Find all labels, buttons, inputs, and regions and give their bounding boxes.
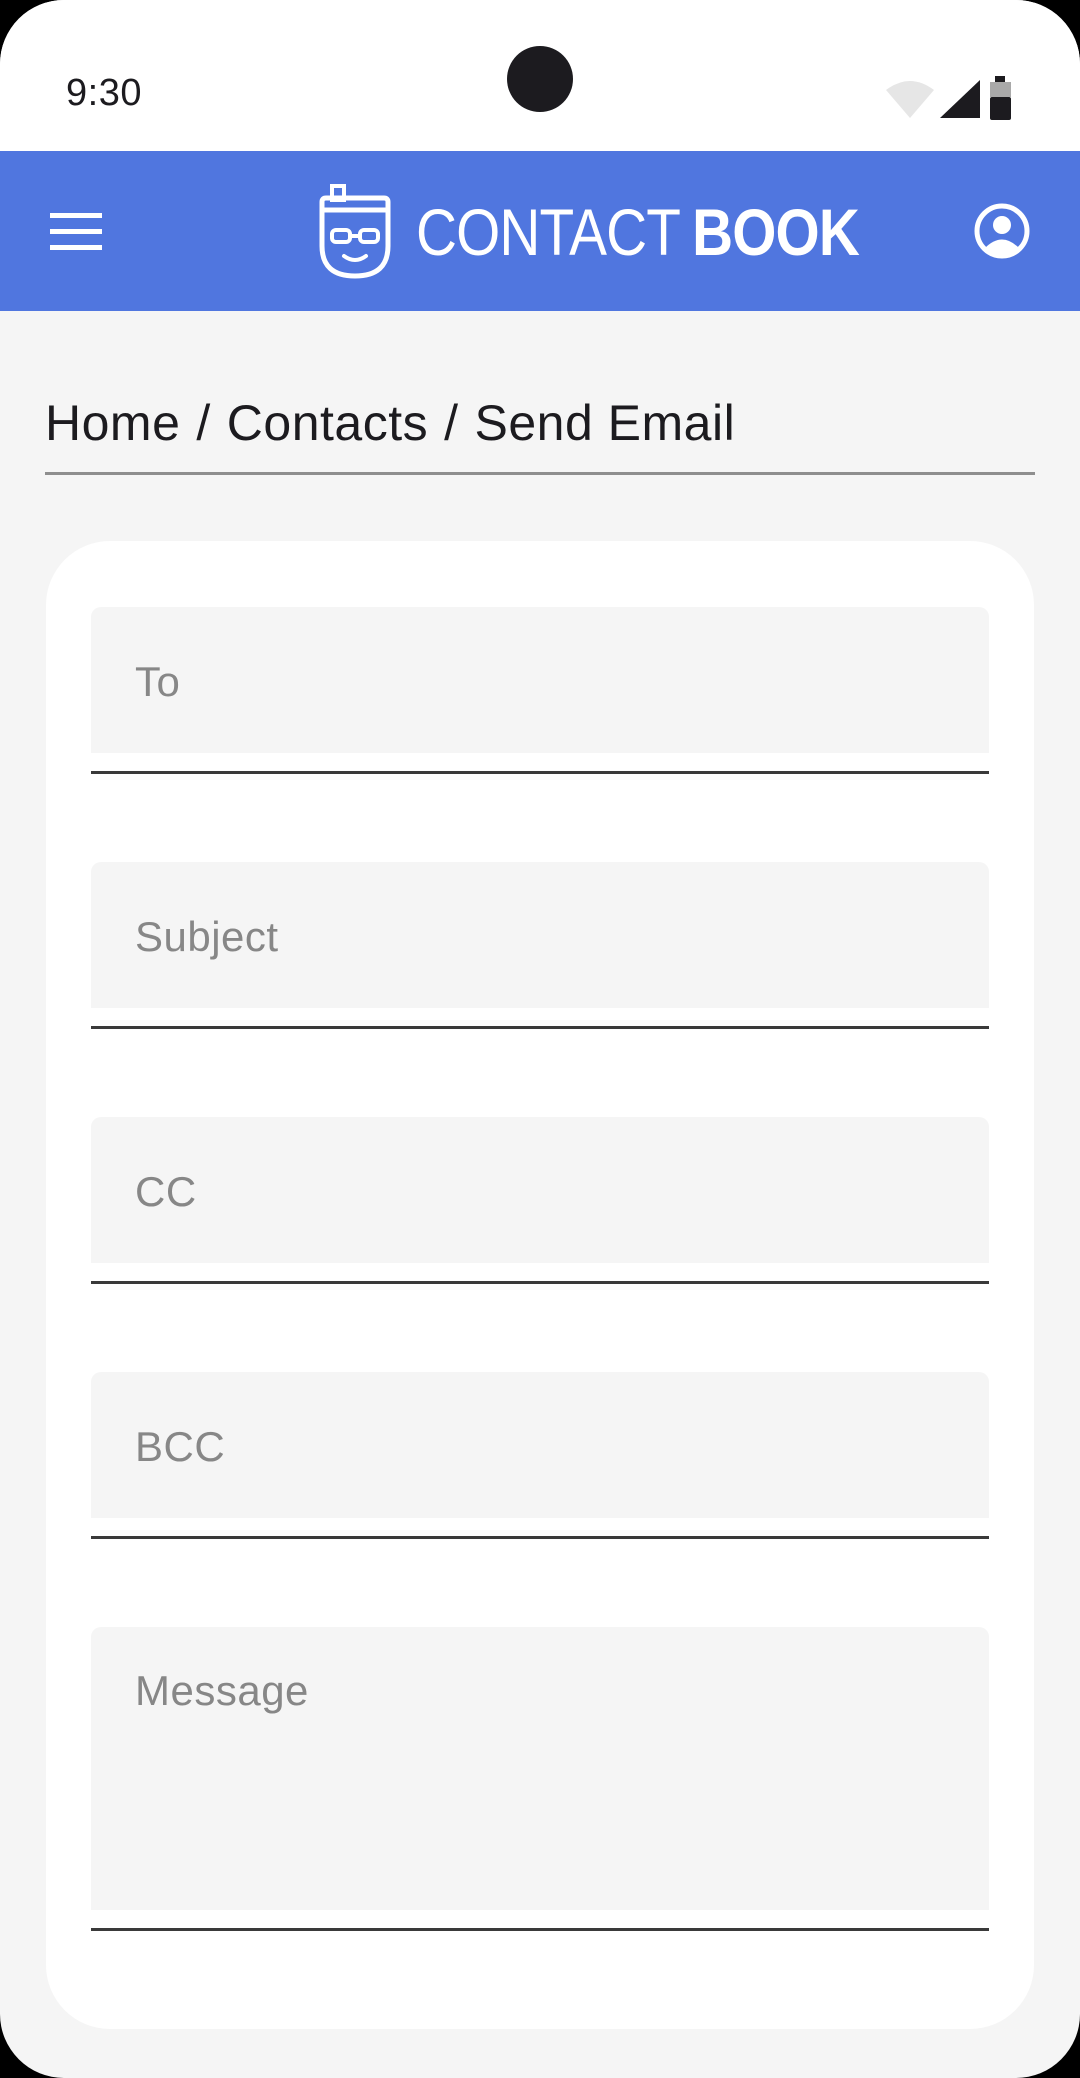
logo-text-contact: CONTACT: [416, 195, 681, 269]
breadcrumb-contacts[interactable]: Contacts: [227, 394, 428, 452]
app-bar: CONTACT BOOK: [0, 151, 1080, 311]
logo-text: CONTACT BOOK: [416, 199, 860, 265]
email-form-card: [46, 541, 1034, 2029]
status-time: 9:30: [66, 72, 142, 114]
subject-input[interactable]: [91, 862, 989, 1011]
breadcrumb: Home / Contacts / Send Email: [45, 394, 1035, 475]
cellular-signal-icon: [940, 80, 980, 118]
wifi-icon: [886, 81, 934, 118]
app-logo: CONTACT BOOK: [318, 177, 931, 287]
hamburger-menu-icon: [50, 213, 102, 250]
bcc-input[interactable]: [91, 1372, 989, 1521]
status-bar: 9:30: [0, 0, 1080, 151]
menu-button[interactable]: [36, 191, 116, 271]
breadcrumb-home[interactable]: Home: [45, 394, 180, 452]
to-field: [91, 607, 989, 774]
subject-field: [91, 862, 989, 1029]
to-input[interactable]: [91, 607, 989, 756]
bcc-field: [91, 1372, 989, 1539]
message-field: [91, 1627, 989, 1931]
breadcrumb-separator: /: [444, 395, 459, 451]
account-circle-icon: [974, 203, 1030, 259]
contact-book-face-icon: [319, 184, 391, 279]
account-button[interactable]: [962, 191, 1042, 271]
cc-input[interactable]: [91, 1117, 989, 1266]
cc-field: [91, 1117, 989, 1284]
phone-screen: 9:30 CONTACT BOOK Home / Contacts / Send…: [0, 0, 1080, 2078]
breadcrumb-current: Send Email: [474, 395, 736, 451]
logo-text-book: BOOK: [692, 195, 860, 269]
message-textarea[interactable]: [91, 1627, 989, 1913]
status-icons: [886, 76, 1016, 122]
breadcrumb-separator: /: [196, 395, 211, 451]
battery-icon: [990, 76, 1011, 120]
front-camera: [507, 46, 573, 112]
